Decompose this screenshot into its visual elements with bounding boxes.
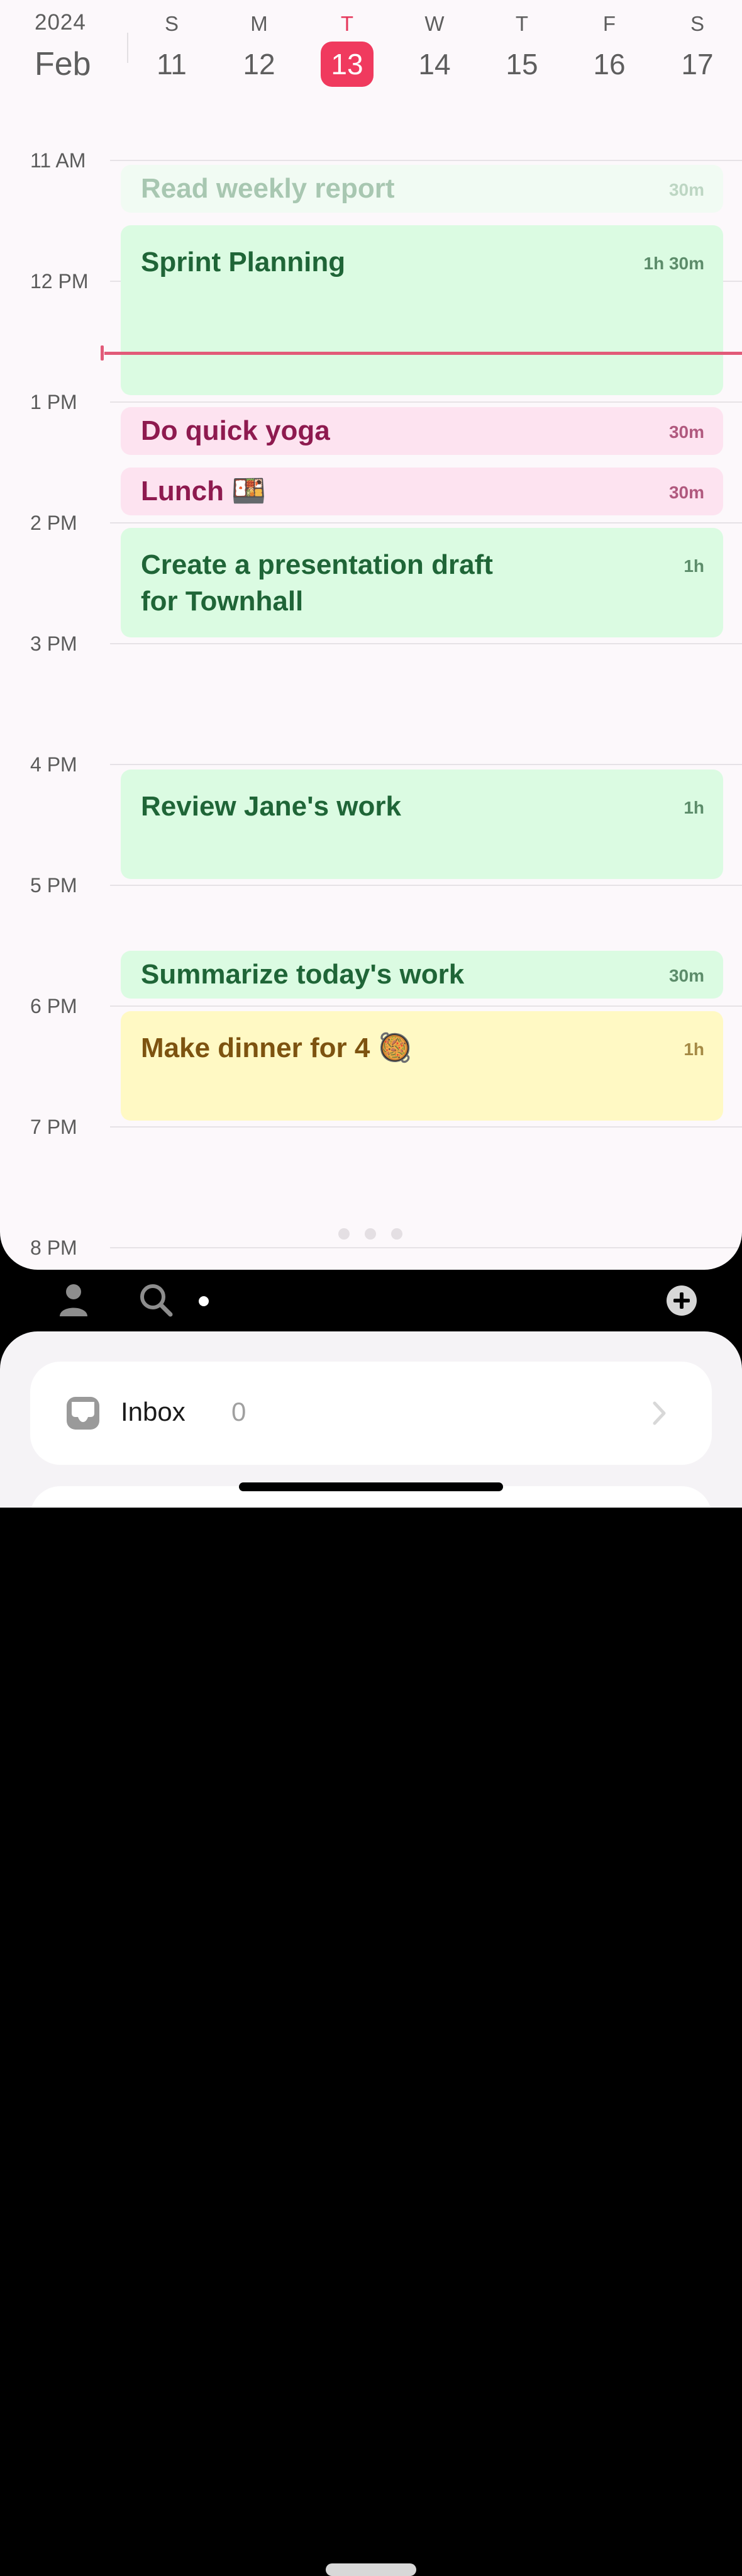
- header-divider: [127, 33, 128, 63]
- add-icon[interactable]: [666, 1285, 697, 1316]
- day-thursday-15[interactable]: T 15: [487, 10, 556, 87]
- hour-line: [110, 764, 742, 765]
- hour-line: [110, 1247, 742, 1248]
- event-duration: 1h: [684, 556, 704, 576]
- event-sprint-planning[interactable]: Sprint Planning 1h 30m: [121, 225, 723, 395]
- weekday-label: S: [164, 12, 179, 35]
- hour-label-12pm: 12 PM: [30, 270, 89, 293]
- sheet-drag-handle[interactable]: [326, 2563, 416, 2576]
- day-friday-16[interactable]: F 16: [575, 10, 644, 87]
- weekday-label: F: [602, 12, 616, 35]
- month-label[interactable]: Feb: [35, 45, 91, 83]
- bottom-toolbar: [0, 1270, 742, 2576]
- day-monday-12[interactable]: M 12: [224, 10, 294, 87]
- date-number: 17: [681, 48, 714, 81]
- event-read-weekly-report[interactable]: Read weekly report 30m: [121, 165, 723, 213]
- event-duration: 1h: [684, 798, 704, 817]
- event-duration: 30m: [668, 966, 704, 985]
- event-duration: 30m: [668, 422, 704, 442]
- hour-line: [110, 522, 742, 524]
- profile-icon[interactable]: [58, 1282, 89, 1318]
- event-duration: 1h: [684, 1039, 704, 1059]
- weekday-label: W: [424, 12, 445, 35]
- hour-line: [110, 885, 742, 886]
- home-indicator: [239, 1482, 503, 1491]
- dot-indicator: [199, 1296, 209, 1306]
- event-title: Summarize today's work: [141, 959, 465, 990]
- date-number: 14: [418, 48, 451, 81]
- year-label: 2024: [35, 10, 86, 35]
- hour-label-2pm: 2 PM: [30, 512, 77, 534]
- chevron-right-icon: [653, 1401, 666, 1425]
- weekday-label: T: [515, 12, 529, 35]
- date-number: 11: [157, 48, 187, 81]
- date-number: 12: [243, 48, 275, 81]
- hour-label-6pm: 6 PM: [30, 995, 77, 1017]
- event-title: Do quick yoga: [141, 415, 330, 446]
- hour-line: [110, 160, 742, 161]
- event-review-janes-work[interactable]: Review Jane's work 1h: [121, 770, 723, 879]
- dot: [365, 1228, 376, 1240]
- event-presentation-draft[interactable]: Create a presentation draft for Townhall…: [121, 528, 723, 637]
- event-title: Create a presentation draft for Townhall: [141, 549, 493, 617]
- current-time-line: [104, 352, 742, 355]
- event-title: Make dinner for 4 🥘: [141, 1033, 413, 1063]
- hour-line: [110, 1126, 742, 1128]
- weekday-label: M: [250, 12, 268, 35]
- inbox-tray-icon: [67, 1397, 99, 1430]
- day-sunday-11[interactable]: S 11: [137, 10, 206, 87]
- search-icon[interactable]: [138, 1282, 174, 1318]
- event-duration: 1h 30m: [643, 254, 705, 273]
- event-duration: 30m: [668, 483, 704, 502]
- event-title: Read weekly report: [141, 173, 395, 204]
- dot: [338, 1228, 350, 1240]
- inbox-label: Inbox: [121, 1397, 186, 1426]
- hour-label-1pm: 1 PM: [30, 391, 77, 413]
- hour-label-3pm: 3 PM: [30, 632, 77, 655]
- hour-line: [110, 401, 742, 403]
- event-title: Sprint Planning: [141, 247, 346, 277]
- event-title: Lunch 🍱: [141, 476, 266, 507]
- hour-label-4pm: 4 PM: [30, 753, 77, 776]
- weekday-label: T: [340, 12, 354, 35]
- current-time-marker: [101, 345, 104, 361]
- date-number: 15: [506, 48, 538, 81]
- hour-label-7pm: 7 PM: [30, 1116, 77, 1138]
- event-lunch[interactable]: Lunch 🍱 30m: [121, 468, 723, 515]
- inbox-row[interactable]: Inbox 0: [30, 1362, 712, 1465]
- event-title: Review Jane's work: [141, 791, 402, 822]
- hour-label-5pm: 5 PM: [30, 874, 77, 897]
- date-number: 16: [593, 48, 626, 81]
- more-dots-indicator[interactable]: [338, 1228, 407, 1243]
- hour-label-8pm: 8 PM: [30, 1236, 77, 1259]
- today-date-badge: 13: [321, 42, 374, 87]
- event-do-quick-yoga[interactable]: Do quick yoga 30m: [121, 407, 723, 455]
- day-saturday-17[interactable]: S 17: [663, 10, 732, 87]
- hour-line: [110, 1005, 742, 1007]
- dot: [391, 1228, 402, 1240]
- calendar-view[interactable]: 2024 Feb S 11 M 12 T 13 W 14 T 15 F 16 S…: [0, 0, 742, 1270]
- event-make-dinner[interactable]: Make dinner for 4 🥘 1h: [121, 1011, 723, 1121]
- event-summarize-todays-work[interactable]: Summarize today's work 30m: [121, 951, 723, 999]
- bottom-sheet[interactable]: Inbox 0: [0, 1331, 742, 1508]
- hour-line: [110, 643, 742, 644]
- day-tuesday-13-today[interactable]: T 13: [313, 10, 382, 87]
- event-duration: 30m: [668, 180, 704, 199]
- inbox-count: 0: [231, 1397, 246, 1426]
- hour-label-11am: 11 AM: [30, 149, 86, 172]
- day-wednesday-14[interactable]: W 14: [400, 10, 469, 87]
- weekday-label: S: [690, 12, 704, 35]
